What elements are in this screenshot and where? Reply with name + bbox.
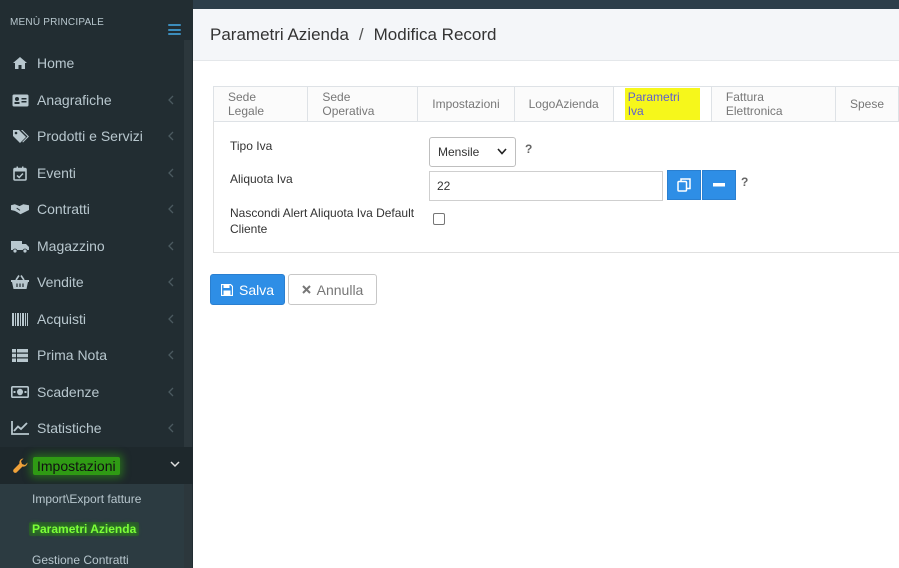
select-value: Mensile [438,145,480,159]
tab-bar: Sede Legale Sede Operativa Impostazioni … [213,86,899,122]
sidebar-scrollbar[interactable] [184,40,192,568]
cancel-button[interactable]: Annulla [288,274,377,305]
chevron-left-icon [168,423,174,433]
chevron-left-icon [168,168,174,178]
sidebar-item-magazzino[interactable]: Magazzino [0,228,184,264]
sidebar-item-label: Acquisti [37,311,87,327]
submenu-item-label: Parametri Azienda [29,522,140,536]
nascondi-alert-label: Nascondi Alert Aliquota Iva Default Clie… [230,205,414,237]
copy-button[interactable] [667,170,701,200]
money-icon [11,385,29,399]
chevron-left-icon [168,241,174,251]
line-chart-icon [11,421,29,435]
sidebar-item-contratti[interactable]: Contratti [0,191,184,227]
breadcrumb-separator: / [358,24,364,44]
tags-icon [11,129,29,143]
chevron-left-icon [168,350,174,360]
sidebar-item-label: Magazzino [37,238,105,254]
help-icon[interactable]: ? [525,142,532,156]
tab-spese[interactable]: Spese [834,86,899,122]
sidebar-item-label: Prima Nota [37,347,108,363]
page-title: Parametri Azienda [210,24,349,44]
menu-header-label: MENÙ PRINCIPALE [10,17,104,28]
chevron-left-icon [168,204,174,214]
wrench-icon [11,458,29,473]
tab-parametri-iva[interactable]: Parametri Iva [612,86,711,122]
page-subtitle: Modifica Record [373,24,497,44]
tipo-iva-label: Tipo Iva [230,139,273,153]
sidebar-item-prodotti[interactable]: Prodotti e Servizi [0,118,184,154]
chevron-down-icon [497,148,507,155]
label-line: Nascondi Alert Aliquota Iva Default [230,206,415,220]
chevron-down-icon [170,461,180,468]
submenu-item-parametri-azienda[interactable]: Parametri Azienda [29,522,140,536]
chevron-left-icon [168,131,174,141]
sidebar: MENÙ PRINCIPALE Home Anagrafiche Prodott… [0,0,193,568]
calendar-check-icon [11,166,29,181]
submenu-item-import-export[interactable]: Import\Export fatture [32,492,141,506]
sidebar-item-label: Home [37,55,75,71]
truck-icon [11,239,29,253]
copy-icon [677,178,691,192]
aliquota-iva-input[interactable]: 22 [429,171,663,201]
sidebar-item-acquisti[interactable]: Acquisti [0,301,184,337]
id-card-icon [11,93,29,107]
sidebar-item-anagrafiche[interactable]: Anagrafiche [0,82,184,118]
save-button[interactable]: Salva [210,274,285,305]
sidebar-item-label: Scadenze [37,384,100,400]
main-content: Parametri Azienda / Modifica Record Sede… [193,0,899,568]
chevron-left-icon [168,387,174,397]
list-icon [11,348,29,362]
label-line: Cliente [230,222,268,236]
barcode-icon [11,312,29,326]
save-label: Salva [238,281,275,298]
sidebar-item-impostazioni[interactable]: Impostazioni [0,447,193,484]
remove-button[interactable] [702,170,736,200]
tab-sede-legale[interactable]: Sede Legale [213,86,308,122]
cancel-label: Annulla [316,281,364,298]
handshake-icon [11,202,29,216]
tab-sede-operativa[interactable]: Sede Operativa [307,86,418,122]
hamburger-menu-icon[interactable] [168,24,181,35]
tab-logo-azienda[interactable]: LogoAzienda [513,86,613,122]
floppy-disk-icon [220,283,233,296]
sidebar-item-home[interactable]: Home [0,45,184,81]
home-icon [11,56,29,70]
minus-icon [713,183,725,187]
chevron-left-icon [168,314,174,324]
sidebar-item-label: Vendite [37,274,84,290]
tab-impostazioni[interactable]: Impostazioni [417,86,514,122]
tipo-iva-select[interactable]: Mensile [429,137,516,167]
nascondi-alert-checkbox[interactable] [433,213,445,225]
sidebar-item-label: Eventi [37,165,76,181]
basket-icon [11,275,29,289]
sidebar-item-label: Prodotti e Servizi [37,128,143,144]
tab-fattura-elettronica[interactable]: Fattura Elettronica [710,86,835,122]
sidebar-item-eventi[interactable]: Eventi [0,155,184,191]
sidebar-item-vendite[interactable]: Vendite [0,264,184,300]
close-icon [301,285,311,294]
sidebar-item-prima-nota[interactable]: Prima Nota [0,337,184,373]
sidebar-item-label: Contratti [37,201,90,217]
top-navbar [193,0,899,9]
sidebar-item-label: Anagrafiche [37,92,112,108]
sidebar-item-statistiche[interactable]: Statistiche [0,410,184,446]
sidebar-item-label: Impostazioni [33,456,120,475]
menu-header: MENÙ PRINCIPALE [0,0,193,45]
tab-label: Parametri Iva [624,88,700,120]
aliquota-iva-label: Aliquota Iva [230,172,293,186]
sidebar-item-scadenze[interactable]: Scadenze [0,374,184,410]
chevron-left-icon [168,277,174,287]
submenu-item-gestione-contratti[interactable]: Gestione Contratti [32,553,129,567]
page-header: Parametri Azienda / Modifica Record [193,9,899,61]
chevron-left-icon [168,95,174,105]
help-icon[interactable]: ? [741,175,748,189]
sidebar-item-label: Statistiche [37,420,102,436]
